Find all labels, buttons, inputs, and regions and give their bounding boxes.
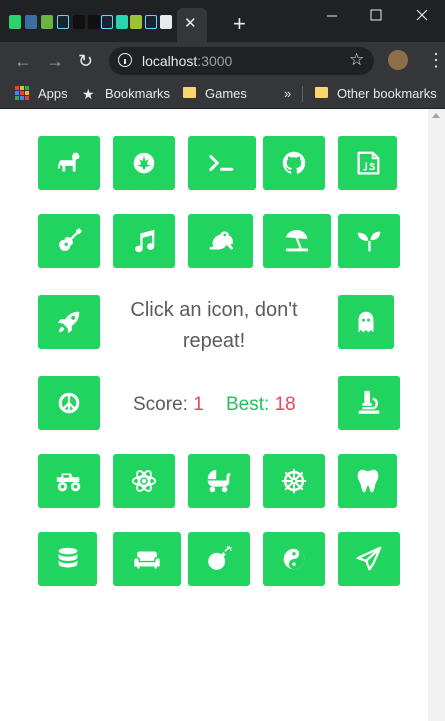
icon-button[interactable] [338,214,400,268]
tab-favicon[interactable] [160,15,172,29]
browser-menu-icon[interactable]: ⋮ [427,50,445,70]
database-icon [58,547,77,568]
bomb-icon [208,545,233,570]
icon-button[interactable] [263,214,331,268]
game-instruction: Click an icon, don't repeat! [130,299,298,352]
scroll-up-icon[interactable] [432,113,440,118]
icon-button[interactable] [338,376,400,430]
profile-avatar[interactable] [388,50,408,70]
icon-button[interactable] [38,454,100,508]
icon-button[interactable] [38,214,100,268]
tab-favicon[interactable] [145,15,157,29]
reload-icon[interactable]: ↻ [78,50,93,72]
baby-carriage-icon [207,469,231,493]
dharmachakra-icon [281,468,307,494]
forward-arrow-icon[interactable]: → [46,50,64,72]
rocket-icon [57,311,80,334]
tab-favicon[interactable] [41,15,53,29]
horse-icon [57,152,80,172]
icon-button[interactable] [188,214,253,268]
bookmark-games[interactable]: Games [205,86,247,102]
apps-icon[interactable] [15,86,29,100]
frog-icon [209,231,233,250]
icon-button[interactable] [263,136,325,190]
icon-button[interactable] [338,295,394,349]
icon-button[interactable] [113,454,175,508]
browser-title-bar: ✕ + [0,0,445,42]
icon-button[interactable] [113,532,181,586]
folder-icon [315,87,328,98]
tab-favicon[interactable] [25,15,37,29]
terminal-icon [209,154,234,172]
js-icon [357,151,379,175]
paper-plane-icon [356,546,382,571]
bookmarks-divider [302,86,303,102]
icon-button[interactable] [263,532,325,586]
tab-favicon[interactable] [57,15,69,29]
close-window-icon[interactable] [407,4,437,26]
icon-button[interactable] [188,532,250,586]
best-value: 18 [274,394,296,415]
tab-close-icon[interactable]: ✕ [184,14,197,34]
monster-truck-icon [56,473,81,492]
icon-button[interactable] [38,295,100,349]
bookmarks-overflow[interactable]: » [284,86,291,102]
score-label: Score: [133,394,188,415]
minimize-icon[interactable] [317,4,347,26]
bookmark-star-icon[interactable]: ☆ [349,50,364,70]
yin-yang-icon [283,548,305,570]
bookmark-bookmarks[interactable]: Bookmarks [105,86,170,102]
icon-button[interactable] [188,136,256,190]
icon-button[interactable] [38,532,97,586]
tab-favicon[interactable] [116,15,128,29]
atom-icon [131,470,157,492]
umbrella-beach-icon [285,229,309,252]
icon-button[interactable] [263,454,325,508]
guitar-icon [59,228,82,252]
best-display: Best: 18 [226,393,296,417]
icon-button[interactable] [113,214,175,268]
url-text[interactable]: localhost:3000 [142,52,232,70]
icon-button[interactable] [113,136,175,190]
site-info-icon[interactable] [118,53,132,67]
github-icon [282,151,306,174]
tooth-icon [357,469,378,493]
tab-favicon[interactable] [101,15,113,29]
folder-icon [183,87,196,98]
tab-favicon[interactable] [130,15,142,29]
score-value: 1 [193,394,204,415]
star-icon: ★ [82,86,95,102]
best-label: Best: [226,394,270,415]
icon-button[interactable] [338,532,400,586]
tab-favicon[interactable] [73,15,85,29]
icon-button[interactable] [38,136,100,190]
tab-favicon[interactable] [88,15,100,29]
scrollbar[interactable] [428,109,445,721]
icon-button[interactable] [338,454,397,508]
rebel-alliance-icon [133,152,155,174]
microscope-icon [358,390,380,414]
seedling-icon [357,231,381,252]
tab-favicon[interactable] [9,15,21,29]
maximize-icon[interactable] [361,4,391,26]
music-icon [135,229,155,253]
bookmark-other[interactable]: Other bookmarks [337,86,437,102]
back-arrow-icon[interactable]: ← [14,50,32,72]
icon-button[interactable] [38,376,100,430]
couch-icon [134,551,160,569]
new-tab-icon[interactable]: + [233,12,246,36]
bookmark-apps[interactable]: Apps [38,86,68,102]
ghost-icon [358,311,374,333]
score-display: Score: 1 [133,393,204,417]
peace-icon [58,392,80,414]
icon-button[interactable] [338,136,397,190]
icon-button[interactable] [188,454,250,508]
